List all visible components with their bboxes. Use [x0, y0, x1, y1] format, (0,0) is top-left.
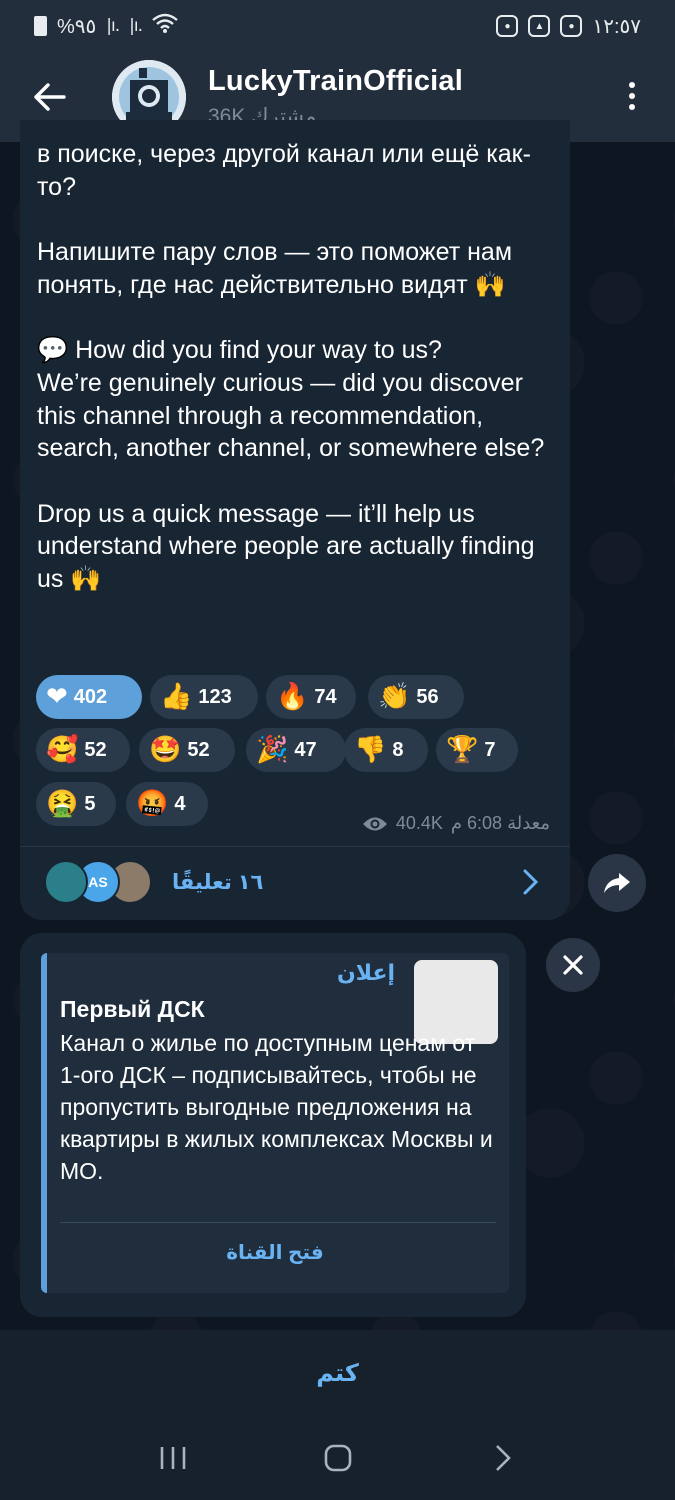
clock: ١٢:٥٧	[592, 15, 641, 38]
signal-icon: |ı.	[106, 16, 120, 36]
back-button[interactable]	[20, 67, 80, 127]
share-arrow-icon	[604, 873, 630, 893]
battery-level: %٩٥	[57, 15, 97, 38]
reaction-emoji-icon: 🥰	[46, 735, 79, 765]
reaction-emoji-icon: 🎉	[256, 735, 289, 765]
ad-title: Первый ДСК	[60, 996, 205, 1022]
chevron-right-icon	[495, 1445, 511, 1471]
view-count: 40.4K	[395, 813, 443, 833]
reaction-count: 123	[198, 685, 232, 708]
reaction-count: 56	[416, 685, 439, 708]
dot-icon	[629, 93, 635, 99]
record-icon-2: ●	[560, 15, 583, 37]
eye-icon	[362, 817, 387, 830]
home-button[interactable]	[318, 1438, 358, 1478]
reaction-pill[interactable]: 👏 56	[368, 675, 464, 719]
edited-time: معدلة 6:08 م	[450, 813, 550, 833]
reaction-pill[interactable]: ❤ 402	[36, 675, 142, 719]
reaction-count: 7	[484, 738, 496, 761]
home-icon	[324, 1444, 351, 1472]
comments-button[interactable]: AS ١٦ تعليقًا	[44, 858, 554, 906]
arrow-left-icon	[34, 83, 66, 111]
reaction-emoji-icon: 🤬	[136, 789, 169, 819]
avatar	[44, 860, 88, 904]
reaction-emoji-icon: 🤩	[149, 735, 182, 765]
channel-name: LuckyTrainOfficial	[208, 65, 464, 97]
reaction-count: 47	[294, 738, 317, 761]
message-text: в поиске, через другой канал или ещё как…	[37, 140, 545, 594]
more-menu-button[interactable]	[617, 76, 647, 116]
reaction-pill[interactable]: 🤬 4	[126, 782, 208, 826]
back-nav-button[interactable]	[483, 1438, 523, 1478]
system-nav-bar	[0, 1416, 675, 1500]
close-icon	[563, 955, 583, 975]
reaction-emoji-icon: 👏	[378, 682, 411, 712]
status-left: %٩٥ |ı. |ı.	[34, 13, 178, 39]
reaction-emoji-icon: ❤	[46, 682, 68, 712]
ad-label: إعلان	[337, 960, 396, 985]
reaction-pill[interactable]: 🤮 5	[36, 782, 116, 826]
reaction-emoji-icon: 🔥	[276, 682, 309, 712]
open-channel-button[interactable]: فتح القناة	[180, 1240, 370, 1265]
divider	[20, 846, 570, 847]
reaction-emoji-icon: 👎	[354, 735, 387, 765]
reaction-emoji-icon: 🤮	[46, 789, 79, 819]
reaction-pill[interactable]: 🤩 52	[139, 728, 235, 772]
reaction-emoji-icon: 👍	[160, 682, 193, 712]
reaction-count: 74	[314, 685, 337, 708]
chevron-right-icon	[523, 869, 539, 895]
message-meta: 40.4K معدلة 6:08 م	[362, 813, 550, 834]
reaction-emoji-icon: 🏆	[446, 735, 479, 765]
record-icon: ●	[496, 15, 519, 37]
avatar-initials: AS	[88, 874, 108, 890]
reaction-pill[interactable]: 👎 8	[344, 728, 428, 772]
share-button[interactable]	[588, 854, 646, 912]
comments-label: ١٦ تعليقًا	[172, 870, 264, 894]
reaction-count: 5	[84, 792, 96, 815]
status-right: ● ▲ ● ١٢:٥٧	[496, 14, 641, 39]
mute-label: كتم	[316, 1359, 359, 1387]
reaction-count: 52	[84, 738, 107, 761]
wifi-icon	[152, 13, 178, 39]
close-ad-button[interactable]	[546, 938, 600, 992]
reaction-count: 402	[73, 685, 108, 708]
reaction-pill[interactable]: 🥰 52	[36, 728, 130, 772]
image-icon: ▲	[528, 15, 551, 37]
reaction-pill[interactable]: 🎉 47	[246, 728, 346, 772]
reaction-count: 8	[392, 738, 404, 761]
battery-icon	[34, 16, 47, 36]
reaction-pill[interactable]: 👍 123	[150, 675, 258, 719]
status-bar: %٩٥ |ı. |ı. ● ▲ ● ١٢:٥٧	[0, 0, 675, 52]
signal-icon-2: |ı.	[129, 16, 143, 36]
reaction-count: 4	[174, 792, 186, 815]
mute-button[interactable]: كتم	[0, 1330, 675, 1416]
dot-icon	[629, 82, 635, 88]
reaction-pill[interactable]: 🏆 7	[436, 728, 518, 772]
ad-divider	[60, 1222, 496, 1223]
recent-apps-button[interactable]	[153, 1438, 193, 1478]
reaction-count: 52	[187, 738, 210, 761]
recents-icon	[160, 1447, 185, 1469]
dot-icon	[629, 104, 635, 110]
reaction-pill[interactable]: 🔥 74	[266, 675, 356, 719]
ad-text: Канал о жилье по доступным ценам от 1-ог…	[60, 1030, 493, 1184]
